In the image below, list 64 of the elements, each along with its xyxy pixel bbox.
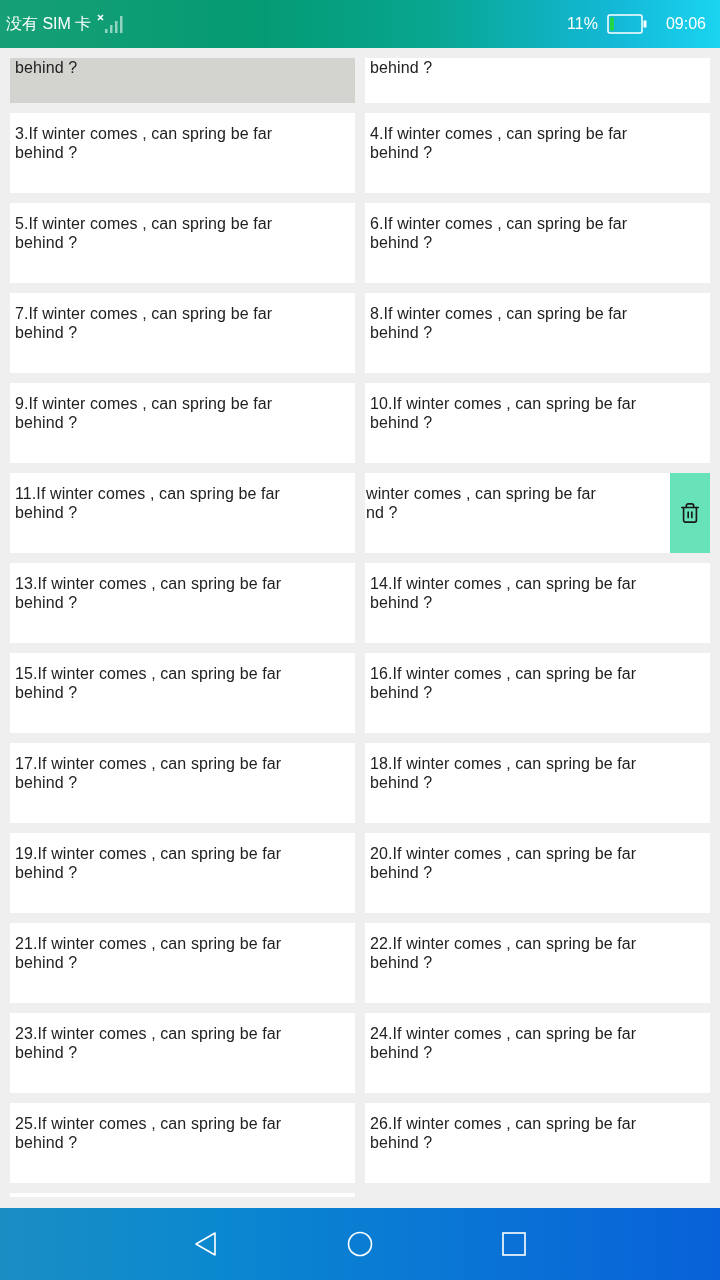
card-text: 19.If winter comes , can spring be far behind ? [14,844,283,882]
recents-button[interactable] [501,1231,527,1257]
list-card[interactable]: 23.If winter comes , can spring be far behind ? [10,1013,355,1093]
card-text: 23.If winter comes , can spring be far behind ? [14,1024,283,1062]
recents-icon [501,1231,527,1257]
list-card[interactable]: 6.If winter comes , can spring be far behind ? [365,203,710,283]
carrier-status: 没有 SIM 卡 [6,13,92,34]
card-text: 10.If winter comes , can spring be far behind ? [369,394,638,432]
list-card[interactable]: 7.If winter comes , can spring be far behind ? [10,293,355,373]
card-text: 18.If winter comes , can spring be far behind ? [369,754,638,792]
list-card[interactable]: 21.If winter comes , can spring be far behind ? [10,923,355,1003]
battery-percent: 11% [567,15,598,33]
card-text: 5.If winter comes , can spring be far behind ? [14,214,274,252]
list-card[interactable]: winter comes , can spring be far nd ? [365,473,710,553]
card-text: 11.If winter comes , can spring be far behind ? [14,484,281,522]
list-card[interactable]: 8.If winter comes , can spring be far behind ? [365,293,710,373]
card-text: 25.If winter comes , can spring be far behind ? [14,1114,283,1152]
list-card[interactable]: 3.If winter comes , can spring be far behind ? [10,113,355,193]
card-text: 13.If winter comes , can spring be far behind ? [14,574,283,612]
card-text: 26.If winter comes , can spring be far behind ? [369,1114,638,1152]
card-text: 17.If winter comes , can spring be far behind ? [14,754,283,792]
trash-icon [679,502,701,524]
list-card[interactable]: 9.If winter comes , can spring be far behind ? [10,383,355,463]
card-text: 4.If winter comes , can spring be far behind ? [369,124,629,162]
list-card[interactable]: 22.If winter comes , can spring be far behind ? [365,923,710,1003]
list-card[interactable]: 4.If winter comes , can spring be far behind ? [365,113,710,193]
list-card[interactable]: 11.If winter comes , can spring be far behind ? [10,473,355,553]
list-card[interactable]: 14.If winter comes , can spring be far behind ? [365,563,710,643]
back-button[interactable] [193,1231,219,1257]
card-text: 9.If winter comes , can spring be far behind ? [14,394,274,432]
list-card[interactable]: 25.If winter comes , can spring be far behind ? [10,1103,355,1183]
list-card[interactable]: 10.If winter comes , can spring be far behind ? [365,383,710,463]
card-text: 7.If winter comes , can spring be far behind ? [14,304,274,342]
list-card[interactable]: 15.If winter comes , can spring be far behind ? [10,653,355,733]
list-card[interactable]: behind ? [365,58,710,103]
card-text: 8.If winter comes , can spring be far behind ? [369,304,629,342]
card-text: behind ? [369,58,434,77]
battery-icon [606,14,647,34]
card-text: 21.If winter comes , can spring be far behind ? [14,934,283,972]
delete-button[interactable] [670,473,710,553]
list-card[interactable]: 18.If winter comes , can spring be far behind ? [365,743,710,823]
clock: 09:06 [665,15,706,33]
list-card[interactable]: 5.If winter comes , can spring be far behind ? [10,203,355,283]
home-button[interactable] [347,1231,373,1257]
home-icon [347,1231,373,1257]
list-card[interactable]: 16.If winter comes , can spring be far behind ? [365,653,710,733]
list-card[interactable]: 17.If winter comes , can spring be far behind ? [10,743,355,823]
card-text: behind ? [14,58,79,77]
card-text: 16.If winter comes , can spring be far behind ? [369,664,638,702]
back-icon [193,1231,219,1257]
card-text: 14.If winter comes , can spring be far behind ? [369,574,638,612]
card-text: 20.If winter comes , can spring be far behind ? [369,844,638,882]
card-text: 22.If winter comes , can spring be far behind ? [369,934,638,972]
list-card[interactable]: behind ? [10,58,355,103]
list-card[interactable]: 13.If winter comes , can spring be far behind ? [10,563,355,643]
card-text: 24.If winter comes , can spring be far behind ? [369,1024,638,1062]
card-text: 3.If winter comes , can spring be far behind ? [14,124,274,162]
list-card[interactable]: 24.If winter comes , can spring be far behind ? [365,1013,710,1093]
card-text: 15.If winter comes , can spring be far behind ? [14,664,283,702]
card-text: winter comes , can spring be far nd ? [365,484,597,522]
list-card[interactable]: 19.If winter comes , can spring be far behind ? [10,833,355,913]
list-card[interactable]: 26.If winter comes , can spring be far behind ? [365,1103,710,1183]
card-text: 6.If winter comes , can spring be far behind ? [369,214,629,252]
list-card[interactable]: 20.If winter comes , can spring be far behind ? [365,833,710,913]
